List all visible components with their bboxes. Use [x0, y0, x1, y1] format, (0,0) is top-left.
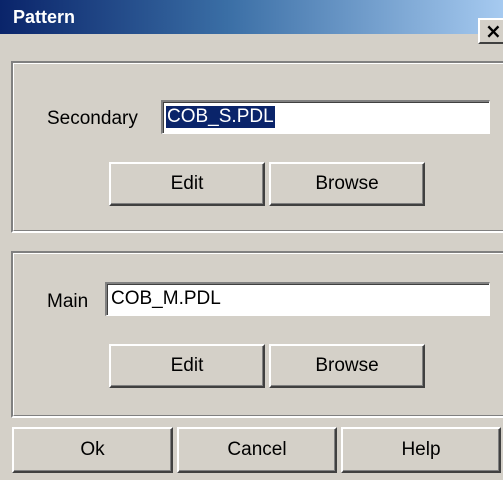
main-browse-button[interactable]: Browse	[269, 344, 425, 388]
main-pattern-value: COB_M.PDL	[111, 288, 221, 309]
pattern-dialog: Pattern × Secondary COB_S.PDL Edit Brows…	[0, 0, 503, 480]
secondary-edit-button[interactable]: Edit	[109, 162, 265, 206]
cancel-button[interactable]: Cancel	[177, 427, 337, 473]
title-bar[interactable]: Pattern ×	[0, 0, 503, 44]
secondary-group: Secondary COB_S.PDL Edit Browse	[11, 61, 503, 233]
close-icon: ×	[485, 19, 502, 43]
window-title: Pattern	[13, 7, 76, 27]
secondary-pattern-value: COB_S.PDL	[166, 106, 275, 128]
ok-button[interactable]: Ok	[12, 427, 173, 473]
help-button[interactable]: Help	[341, 427, 501, 473]
main-pattern-field[interactable]: COB_M.PDL	[105, 282, 490, 316]
secondary-browse-button[interactable]: Browse	[269, 162, 425, 206]
secondary-label: Secondary	[47, 108, 138, 129]
main-group: Main COB_M.PDL Edit Browse	[11, 251, 503, 418]
main-edit-button[interactable]: Edit	[109, 344, 265, 388]
close-button[interactable]: ×	[478, 18, 503, 44]
secondary-pattern-field[interactable]: COB_S.PDL	[161, 100, 490, 134]
main-label: Main	[47, 291, 89, 312]
